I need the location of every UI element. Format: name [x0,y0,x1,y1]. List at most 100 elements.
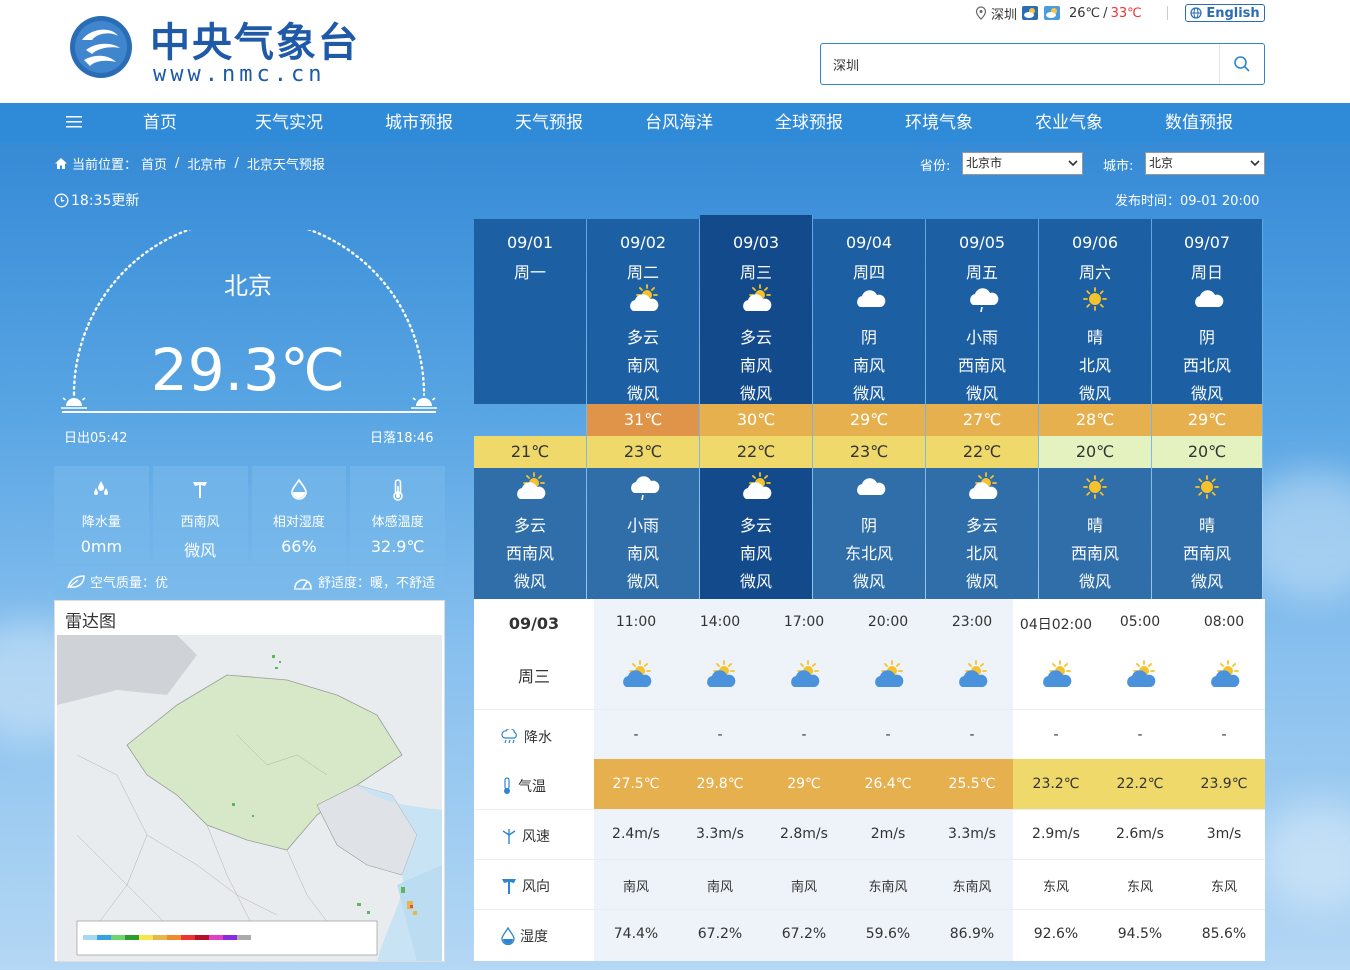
day-column[interactable]: 09/04 周四阴南风 微风 29℃ 23℃ 阴东北风 微风 [813,219,926,599]
search-input[interactable] [821,44,1219,84]
hour-temp: 29℃ [787,776,821,792]
day-column[interactable]: 09/06 周六晴北风 微风 28℃ 20℃ 晴西南风 微风 [1039,219,1152,599]
sunrise-icon [61,393,87,409]
day-wind-direction: 南风 [739,356,772,375]
day-wind-direction: 西南风 [957,356,1006,375]
home-icon [55,158,67,169]
hour-wind-direction: 东风 [1042,880,1069,895]
hour-precip: - [717,727,723,743]
high-temp: 29℃ [1152,404,1262,436]
nav-item-city-forecast[interactable]: 城市预报 [364,103,474,143]
day-wind-level: 微风 [1078,384,1111,403]
hour-precip: - [969,727,975,743]
day-column[interactable]: 09/03 周三 多云 南风 微风 30℃ 22℃ 多云 南风 微风 [700,215,813,603]
city-label: 城市: [1103,159,1134,174]
day-weekday: 周一 [513,263,546,282]
humidity-icon [501,927,515,945]
hour-time: 17:00 [783,614,825,630]
local-city: 深圳 [991,7,1018,23]
nav-item-observation[interactable]: 天气实况 [234,103,344,143]
day-column[interactable]: 09/02 周二 多云 南风 微风 31℃ 23℃ 小雨 南风 微风 [587,219,700,599]
sunset-icon [411,393,437,409]
day-date: 09/05 [958,233,1006,252]
partly-cloudy-icon [743,472,772,499]
menu-icon[interactable] [66,115,82,129]
hour-wind-direction: 东风 [1210,880,1237,895]
hour-wind-speed: 2.9m/s [1032,826,1080,842]
wind-direction-icon [502,879,516,894]
row-divider [474,909,1265,910]
publish-time: 发布时间：09-01 20:00 [1115,194,1260,209]
row-label: 风速 [522,829,550,845]
nav-item-agriculture[interactable]: 农业气象 [1014,103,1124,143]
day-weather: 阴 [1198,328,1215,347]
low-temp: 23℃ [813,436,925,468]
day-wind-direction: 西北风 [1182,356,1231,375]
direction-row-label: 风向 [500,876,550,896]
nav-item-weather-forecast[interactable]: 天气预报 [494,103,604,143]
night-weather: 多云 [513,516,546,535]
night-weather: 阴 [860,516,877,535]
hour-time: 04日02:00 [1019,617,1093,633]
partly-cloudy-icon [630,284,659,311]
day-column[interactable]: 09/01 周一 21℃ 多云 西南风 微风 [474,219,587,599]
row-label: 风向 [522,879,550,895]
rain-cloud-icon [501,729,517,744]
row-divider [474,809,1265,810]
day-column[interactable]: 09/05 周五 小雨 西南风 微风 27℃ 22℃ 多云 北风 微风 [926,219,1039,599]
low-temp: 20℃ [1152,436,1262,468]
hour-temp: 27.5℃ [612,776,660,792]
hour-wind-direction: 东南风 [868,880,908,895]
day-column[interactable]: 09/07 周日阴西北风 微风 29℃ 20℃ 晴西南风 微风 [1152,219,1263,599]
hour-wind-direction: 南风 [706,880,733,895]
hour-wind-speed: 3.3m/s [696,826,744,842]
high-temp: 28℃ [1039,404,1151,436]
day-wind-direction: 南风 [626,356,659,375]
hour-precip: - [1053,727,1059,743]
nav-item-global-forecast[interactable]: 全球预报 [754,103,864,143]
nav-item-typhoon-ocean[interactable]: 台风海洋 [624,103,734,143]
hour-wind-direction: 南风 [622,880,649,895]
nav-item-environment[interactable]: 环境气象 [884,103,994,143]
stat-value: 32.9℃ [370,537,425,556]
province-select[interactable]: 北京市 [962,152,1083,175]
hour-time: 14:00 [699,614,741,630]
air-quality-text: 空气质量：优 [90,576,169,591]
high-temp: 31℃ [587,404,699,436]
night-wind-level: 微风 [739,572,772,591]
nav-item-numerical[interactable]: 数值预报 [1144,103,1254,143]
day-wind-level: 微风 [626,384,659,403]
day-wind-level: 微风 [739,384,772,403]
radar-map-image[interactable] [57,635,442,961]
city-select[interactable]: 北京 [1145,152,1265,175]
hour-precip: - [1221,727,1227,743]
hour-wind-speed: 3m/s [1206,826,1242,842]
local-low-temp: 26℃ [1069,5,1101,21]
nav-item-home[interactable]: 首页 [105,103,215,143]
night-wind-level: 微风 [1190,572,1223,591]
hour-temp: 29.8℃ [696,776,744,792]
hour-temp: 22.2℃ [1116,776,1164,792]
breadcrumb-home[interactable]: 首页 [141,154,167,173]
hour-humidity: 94.5% [1117,926,1163,942]
high-temp: 27℃ [926,404,1038,436]
breadcrumb-current: 北京天气预报 [246,158,325,173]
radar-title: 雷达图 [65,612,116,632]
nmc-logo[interactable] [68,14,134,80]
hour-time: 05:00 [1119,614,1161,630]
hour-precip: - [1137,727,1143,743]
cloudy-icon [857,478,886,495]
hour-wind-speed: 2.6m/s [1116,826,1164,842]
sunny-icon [1195,475,1219,499]
temp-separator: / [1103,5,1108,21]
hour-precip: - [633,727,639,743]
english-button[interactable]: English [1185,4,1265,22]
night-weather: 多云 [739,516,772,535]
search-button[interactable] [1219,44,1264,84]
breadcrumb-separator: / [234,156,239,171]
day-weekday: 周日 [1190,263,1223,282]
breadcrumb-province[interactable]: 北京市 [187,154,226,173]
update-time: 18:35更新 [54,190,139,210]
day-date: 09/01 [506,233,554,252]
local-weather-info[interactable]: 深圳 26℃ / 33℃ [975,4,1142,23]
